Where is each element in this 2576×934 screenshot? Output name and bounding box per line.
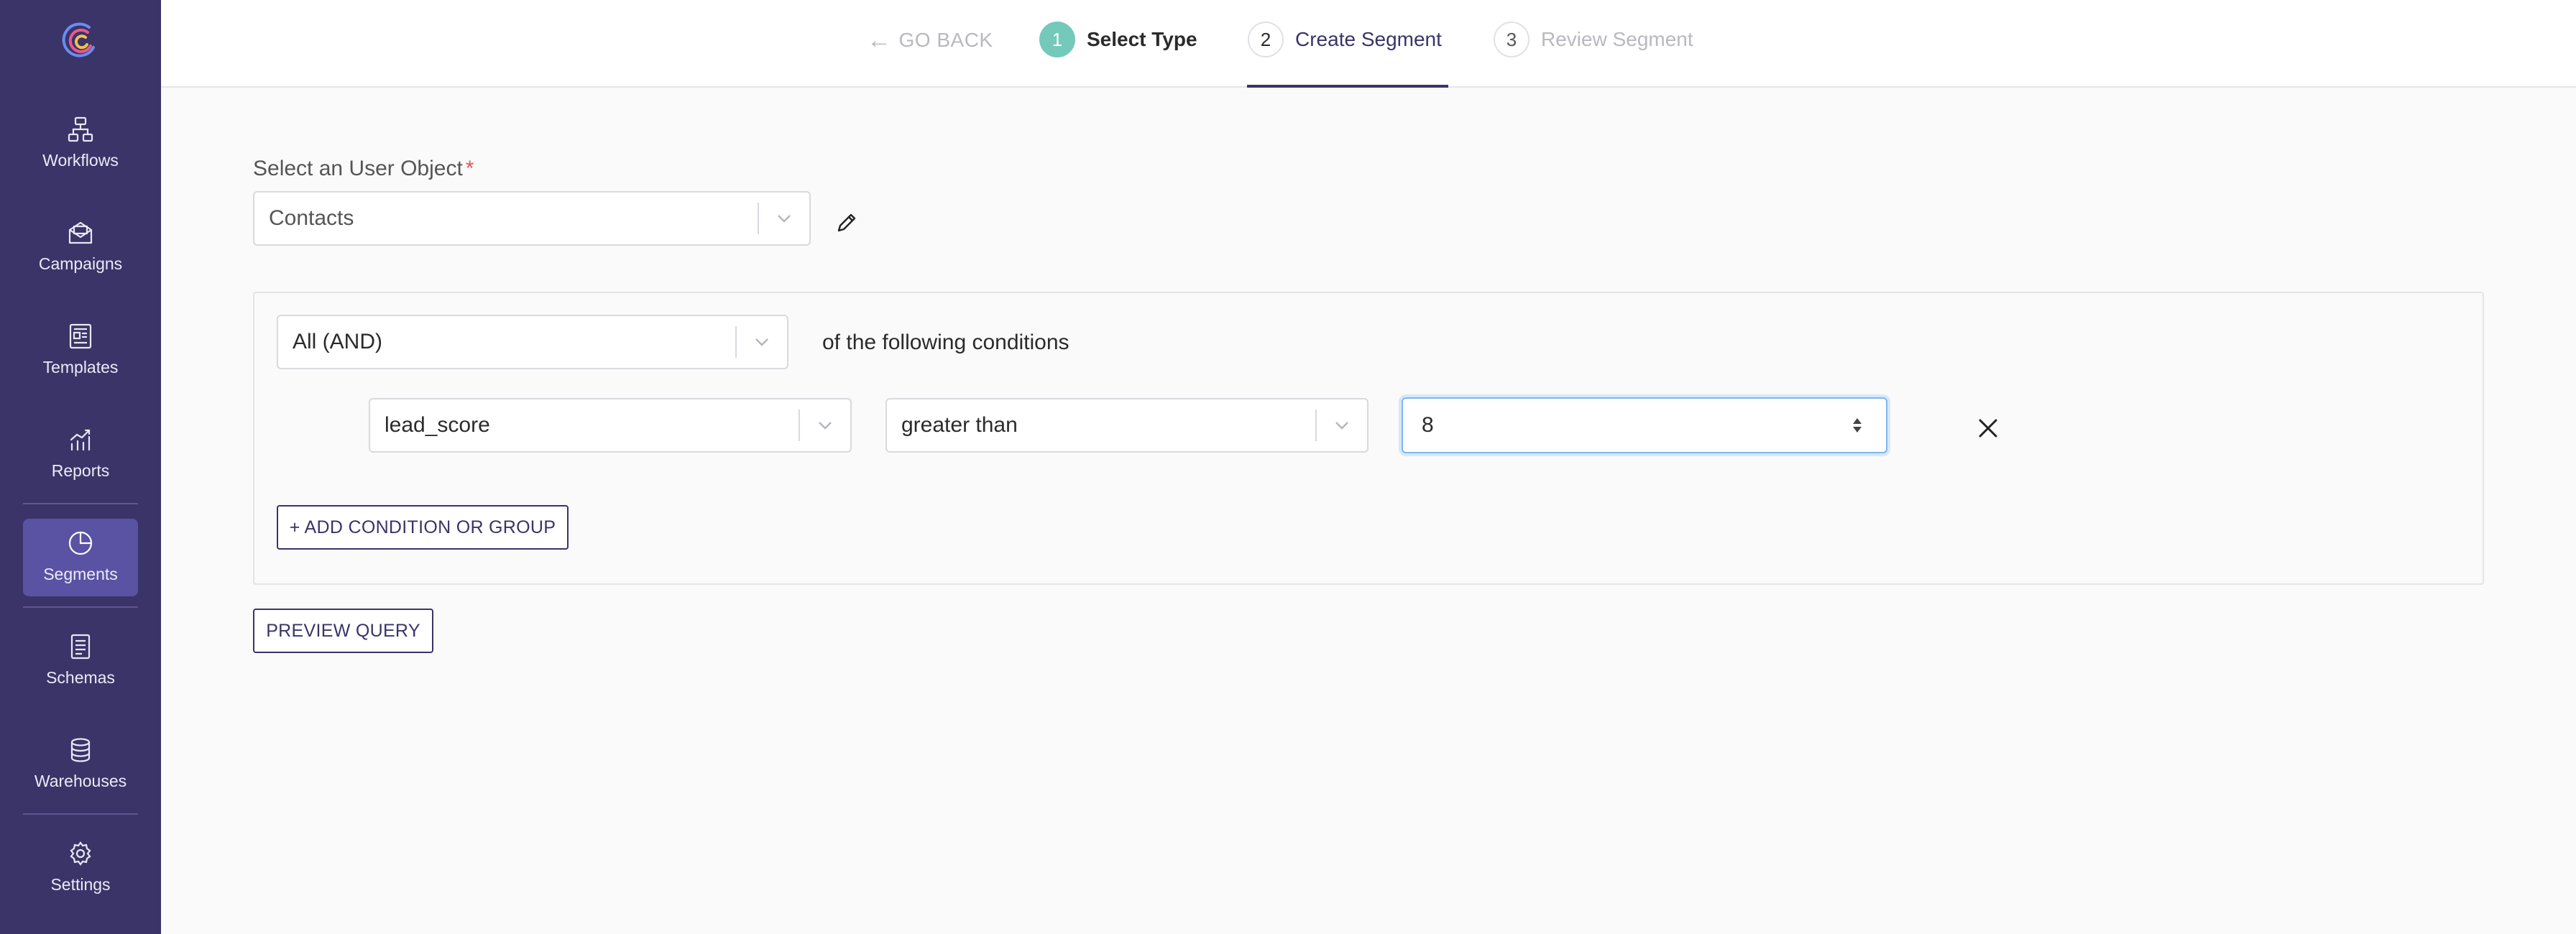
sidebar-divider	[23, 813, 138, 815]
required-mark: *	[465, 157, 474, 180]
gear-icon	[66, 839, 95, 868]
sidebar-item-label: Settings	[50, 875, 111, 894]
sidebar-item-label: Schemas	[46, 668, 115, 687]
condition-field-select[interactable]: lead_score	[369, 398, 852, 453]
sidebar-item-workflows[interactable]: Workflows	[23, 105, 138, 182]
condition-value: 8	[1422, 413, 1434, 437]
arrow-left-icon: ←	[867, 27, 892, 54]
pie-icon	[66, 529, 95, 558]
sidebar-item-label: Warehouses	[34, 772, 127, 790]
step-number: 3	[1494, 22, 1530, 57]
sidebar-item-label: Workflows	[42, 151, 119, 170]
template-icon	[66, 322, 95, 351]
sidebar-item-campaigns[interactable]: Campaigns	[23, 208, 138, 286]
brand-logo-icon[interactable]	[60, 20, 101, 60]
combinator-suffix: of the following conditions	[822, 330, 1070, 354]
step-label: Review Segment	[1541, 28, 1693, 50]
step-number: 1	[1039, 22, 1075, 57]
sidebar-item-label: Segments	[43, 565, 118, 583]
step-review-segment[interactable]: 3 Review Segment	[1494, 22, 1693, 57]
sidebar-item-warehouses[interactable]: Warehouses	[23, 726, 138, 803]
chevron-down-icon[interactable]	[1317, 399, 1367, 451]
step-label: Select Type	[1087, 28, 1197, 50]
workflow-icon	[66, 115, 95, 144]
user-object-value: Contacts	[269, 206, 354, 230]
sidebar-item-schemas[interactable]: Schemas	[23, 622, 138, 700]
sidebar-item-label: Templates	[42, 358, 119, 376]
chevron-down-icon[interactable]	[737, 316, 787, 368]
add-condition-button[interactable]: + ADD CONDITION OR GROUP	[277, 505, 569, 550]
combinator-value: All (AND)	[293, 330, 382, 353]
sidebar-item-templates[interactable]: Templates	[23, 312, 138, 389]
preview-query-button[interactable]: PREVIEW QUERY	[253, 609, 433, 653]
go-back-label: GO BACK	[898, 29, 993, 51]
condition-value-input[interactable]: 8	[1402, 397, 1887, 453]
sidebar-item-segments[interactable]: Segments	[23, 519, 138, 596]
sidebar-item-label: Campaigns	[38, 254, 123, 273]
chevron-down-icon[interactable]	[800, 399, 850, 451]
sidebar-divider	[23, 503, 138, 504]
user-object-label: Select an User Object *	[253, 157, 474, 181]
sidebar-item-label: Reports	[51, 461, 110, 480]
condition-field-value: lead_score	[385, 413, 490, 437]
sidebar-item-settings[interactable]: Settings	[23, 829, 138, 907]
active-step-indicator	[1247, 85, 1448, 88]
step-select-type[interactable]: 1 Select Type	[1039, 22, 1197, 57]
caret-down-icon[interactable]	[1853, 427, 1862, 433]
number-stepper[interactable]	[1849, 411, 1866, 440]
go-back-button[interactable]: ← GO BACK	[867, 26, 993, 55]
user-object-label-text: Select an User Object	[253, 157, 463, 180]
condition-operator-select[interactable]: greater than	[886, 398, 1368, 453]
envelope-icon	[66, 218, 95, 247]
pencil-icon[interactable]	[834, 210, 860, 236]
step-label: Create Segment	[1295, 28, 1442, 50]
sidebar-divider	[23, 606, 138, 608]
user-object-select[interactable]: Contacts	[253, 191, 811, 246]
sidebar-item-reports[interactable]: Reports	[23, 415, 138, 493]
document-icon	[66, 632, 95, 661]
close-icon[interactable]	[1975, 415, 2001, 441]
caret-up-icon[interactable]	[1853, 418, 1862, 424]
step-create-segment[interactable]: 2 Create Segment	[1248, 22, 1442, 57]
combinator-select[interactable]: All (AND)	[277, 315, 788, 369]
condition-operator-value: greater than	[901, 413, 1018, 437]
step-number: 2	[1248, 22, 1284, 57]
database-icon	[66, 736, 95, 764]
sidebar: Workflows Campaigns Templates Reports Se…	[0, 0, 161, 934]
chevron-down-icon[interactable]	[759, 193, 809, 244]
chart-icon	[66, 425, 95, 454]
